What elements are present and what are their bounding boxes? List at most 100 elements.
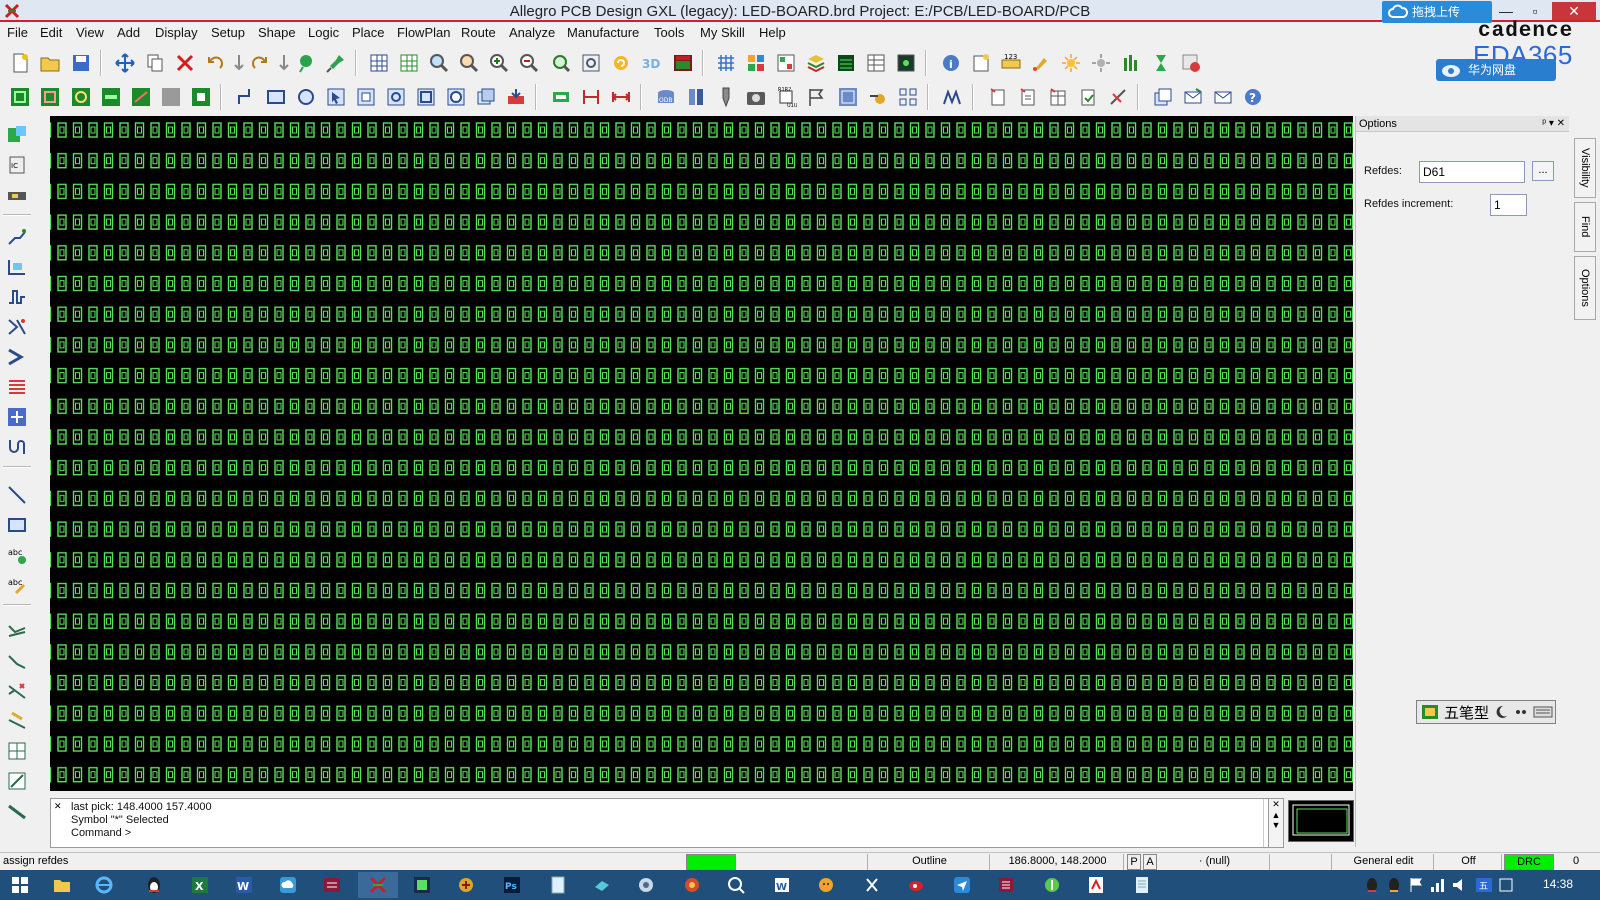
vertex-icon[interactable] [4, 344, 30, 370]
zoom-window-icon[interactable] [456, 50, 482, 76]
add-line-icon[interactable] [233, 84, 259, 110]
tab-find[interactable]: Find [1574, 202, 1596, 252]
send-app-icon[interactable] [942, 872, 982, 898]
delay-tune-icon[interactable] [4, 284, 30, 310]
open-folder-icon[interactable] [37, 50, 63, 76]
tray-flag-icon[interactable] [1406, 872, 1426, 898]
file-explorer-icon[interactable] [42, 872, 82, 898]
menu-tools[interactable]: Tools [654, 25, 684, 40]
refdes-input[interactable]: D61 [1419, 161, 1525, 183]
menu-help[interactable]: Help [759, 25, 786, 40]
zoom-previous-icon[interactable] [548, 50, 574, 76]
search-app-icon[interactable] [716, 872, 756, 898]
bar-chart-icon[interactable] [1118, 50, 1144, 76]
measure-icon[interactable]: 123 [998, 50, 1024, 76]
shape-edit-icon[interactable] [383, 84, 409, 110]
route-trace-6-icon[interactable] [4, 768, 30, 794]
save-icon[interactable] [68, 50, 94, 76]
array-icon[interactable] [895, 84, 921, 110]
info-icon[interactable]: i [938, 50, 964, 76]
ime-punct-icon[interactable] [1513, 704, 1529, 720]
layer-top-icon[interactable] [7, 84, 33, 110]
menu-shape[interactable]: Shape [258, 25, 296, 40]
redo-icon[interactable] [247, 50, 273, 76]
refdes-rename-icon[interactable]: R1R2 U1U2 [773, 84, 799, 110]
status-subclass[interactable]: Outline [870, 854, 990, 870]
layer-bottom-icon[interactable] [98, 84, 124, 110]
design-entry-icon[interactable] [402, 872, 442, 898]
route-trace-4-icon[interactable] [4, 708, 30, 734]
doc-table-icon[interactable] [1045, 84, 1071, 110]
menu-display[interactable]: Display [155, 25, 198, 40]
command-prompt[interactable]: Command > [71, 827, 131, 839]
grid-green-icon[interactable] [396, 50, 422, 76]
shape-fill-icon[interactable] [503, 84, 529, 110]
menu-route[interactable]: Route [461, 25, 496, 40]
menu-setup[interactable]: Setup [211, 25, 245, 40]
odb-export-icon[interactable]: ODB [653, 84, 679, 110]
tray-network-icon[interactable] [1428, 872, 1448, 898]
add-rect-tool-icon[interactable] [4, 512, 30, 538]
bird-app-icon[interactable] [582, 872, 622, 898]
tray-ime-icon[interactable]: 五 [1474, 872, 1494, 898]
delete-icon[interactable] [172, 50, 198, 76]
grid-toggle-icon[interactable] [366, 50, 392, 76]
tool-settings-icon[interactable] [1178, 50, 1204, 76]
report-icon[interactable] [968, 50, 994, 76]
layer-visibility-icon[interactable] [773, 50, 799, 76]
cloud-app-icon[interactable] [268, 872, 308, 898]
shape-void-icon[interactable] [353, 84, 379, 110]
flip-board-icon[interactable] [670, 50, 696, 76]
dimension-horizontal-icon[interactable] [578, 84, 604, 110]
ime-toolbar[interactable]: 五笔型 [1416, 700, 1556, 724]
zoom-out-icon[interactable] [516, 50, 542, 76]
doc-edit-icon[interactable] [1015, 84, 1041, 110]
mascot-app-icon[interactable] [806, 872, 846, 898]
command-window-close-icon[interactable]: ✕ [54, 801, 62, 812]
undo-icon[interactable] [202, 50, 228, 76]
mail-send-icon[interactable] [1180, 84, 1206, 110]
place-component-icon[interactable]: IC [4, 152, 30, 178]
pdf-reader-icon[interactable] [1076, 872, 1116, 898]
word-alt-icon[interactable]: W [762, 872, 802, 898]
shape-circle-void-icon[interactable] [443, 84, 469, 110]
probe-icon[interactable] [1105, 84, 1131, 110]
layer-stack-icon[interactable] [803, 50, 829, 76]
qq-icon[interactable] [134, 872, 174, 898]
cadence-pcb-editor-icon[interactable] [312, 872, 352, 898]
grid-settings-icon[interactable] [713, 50, 739, 76]
ime-keyboard-icon[interactable] [1533, 704, 1553, 720]
status-a-toggle[interactable]: A [1143, 854, 1157, 870]
swap-icon[interactable] [865, 84, 891, 110]
select-shape-icon[interactable] [323, 84, 349, 110]
route-trace-2-icon[interactable] [4, 648, 30, 674]
pin-icon[interactable] [323, 50, 349, 76]
add-line-tool-icon[interactable] [4, 482, 30, 508]
add-rect-icon[interactable] [263, 84, 289, 110]
tab-visibility[interactable]: Visibility [1574, 138, 1596, 198]
netdisk-button[interactable]: 华为网盘 [1436, 59, 1556, 81]
upload-button[interactable]: 拖拽上传 [1382, 1, 1492, 23]
weibo-icon[interactable] [896, 872, 936, 898]
highlight-icon[interactable] [1028, 50, 1054, 76]
scissors-tool-icon[interactable] [852, 872, 892, 898]
net-logic-icon[interactable] [833, 50, 859, 76]
pcb-canvas[interactable] [50, 116, 1353, 791]
refdes-increment-input[interactable]: 1 [1490, 194, 1527, 216]
tray-volume-icon[interactable] [1450, 872, 1470, 898]
fanout-icon[interactable] [4, 374, 30, 400]
menu-view[interactable]: View [76, 25, 104, 40]
command-window[interactable]: ✕ last pick: 148.4000 157.4000 Symbol "*… [50, 798, 1280, 848]
menu-flowplan[interactable]: FlowPlan [397, 25, 450, 40]
game-app-icon[interactable] [672, 872, 712, 898]
refdes-browse-button[interactable]: ... [1532, 161, 1554, 181]
board-preview-icon[interactable] [893, 50, 919, 76]
3d-view-icon[interactable]: 3D [638, 50, 664, 76]
panel-header-buttons[interactable]: ᵖ ▾ ✕ [1542, 116, 1565, 132]
window-cascade-icon[interactable] [1150, 84, 1176, 110]
doc-check-icon[interactable] [1075, 84, 1101, 110]
start-button-icon[interactable] [0, 872, 40, 898]
place-manual-icon[interactable] [4, 122, 30, 148]
capture-icon[interactable] [446, 872, 486, 898]
spreadsheet-icon[interactable] [863, 50, 889, 76]
